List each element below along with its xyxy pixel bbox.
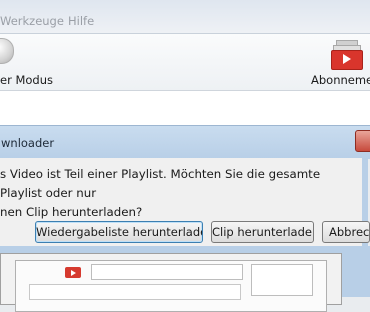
menu-item-werkzeuge[interactable]: Werkzeuge	[0, 14, 64, 28]
dialog-message: s Video ist Teil einer Playlist. Möchten…	[0, 165, 362, 222]
message-line-2: nen Clip herunterladen?	[0, 205, 143, 219]
cancel-button[interactable]: Abbrech	[322, 221, 370, 243]
mode-label[interactable]: er Modus	[0, 73, 53, 87]
message-line-1: s Video ist Teil einer Playlist. Möchten…	[0, 167, 321, 200]
background-box-3	[29, 284, 241, 300]
dialog-body: s Video ist Teil einer Playlist. Möchten…	[0, 158, 370, 246]
download-playlist-button[interactable]: Wiedergabeliste herunterladen	[35, 221, 203, 243]
youtube-icon	[65, 267, 81, 278]
dialog-title: wnloader	[1, 136, 55, 150]
background-window	[0, 253, 342, 312]
dialog-titlebar[interactable]: wnloader	[0, 125, 370, 159]
menu-bar: Werkzeuge Hilfe	[0, 0, 370, 34]
subscription-icon[interactable]	[331, 40, 363, 70]
content-area	[0, 91, 370, 125]
background-box-2	[251, 264, 313, 296]
download-dialog: wnloader s Video ist Teil einer Playlist…	[0, 125, 370, 312]
download-clip-button[interactable]: Clip herunterladen	[211, 221, 314, 243]
subscription-label[interactable]: Abonnement	[311, 73, 370, 87]
menu-item-hilfe[interactable]: Hilfe	[68, 14, 94, 28]
toolbar: er Modus Abonnement	[0, 34, 370, 91]
background-box-1	[91, 264, 243, 280]
close-button[interactable]	[355, 130, 370, 152]
dialog-frame-bottom	[0, 246, 370, 312]
mode-icon[interactable]	[0, 38, 14, 64]
